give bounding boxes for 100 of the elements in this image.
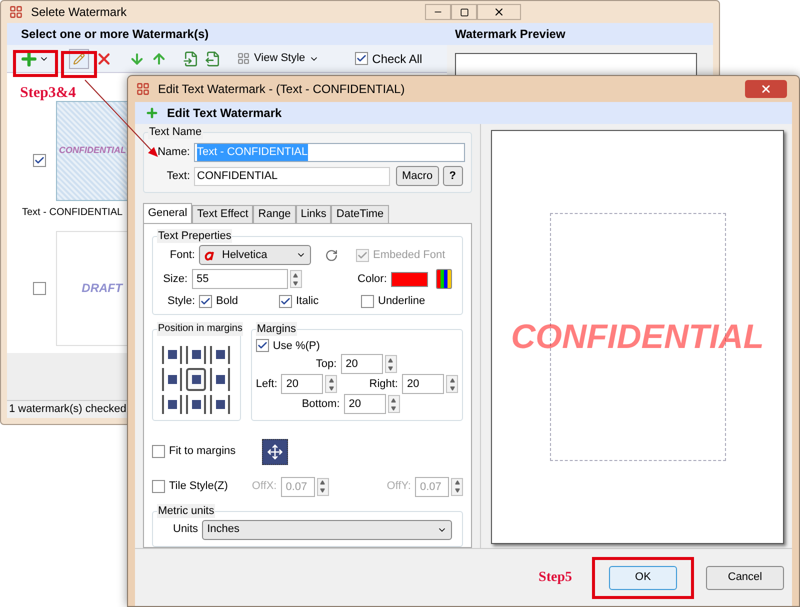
maximize-button[interactable] xyxy=(451,4,477,20)
up-icon xyxy=(454,480,460,485)
down-icon xyxy=(450,386,454,390)
close-icon xyxy=(760,83,772,95)
spinner[interactable] xyxy=(388,395,400,413)
check-icon xyxy=(357,250,368,260)
field-label: Text: xyxy=(166,168,190,184)
palette-icon[interactable] xyxy=(436,269,452,289)
checkbox-label: Italic xyxy=(296,294,319,309)
number-field[interactable]: 20 xyxy=(344,394,386,414)
position-cell[interactable] xyxy=(186,346,206,364)
arrow-down-icon xyxy=(129,50,145,66)
check-icon xyxy=(200,296,211,307)
color-swatch[interactable] xyxy=(390,272,428,286)
check-icon xyxy=(256,340,268,352)
group-title: Position in margins xyxy=(157,322,244,336)
spinner[interactable] xyxy=(451,478,463,496)
group-title: Text Preperties xyxy=(157,229,232,243)
app-icon xyxy=(136,82,150,96)
section-header: Watermark Preview xyxy=(447,23,713,45)
window-title: Selete Watermark xyxy=(31,4,127,21)
watermark-text: CONFIDENTIAL xyxy=(59,144,126,157)
maximize-icon xyxy=(460,8,468,16)
header-title: Edit Text Watermark xyxy=(167,105,282,122)
arrows-icon xyxy=(266,444,283,460)
highlight-frame xyxy=(13,50,58,77)
checkbox-label: Check All xyxy=(372,50,422,68)
field-label: OffY: xyxy=(386,479,411,494)
fit-button[interactable] xyxy=(262,438,288,464)
help-button[interactable]: ? xyxy=(442,166,463,186)
position-cell[interactable] xyxy=(210,368,230,391)
field-label: Font: xyxy=(168,248,195,263)
checkbox-label: Bold xyxy=(216,294,238,309)
tab[interactable]: Range xyxy=(253,205,296,223)
number-field[interactable]: 20 xyxy=(340,354,383,374)
position-cell[interactable] xyxy=(186,368,206,391)
checkbox[interactable] xyxy=(355,52,368,65)
number-field[interactable]: 20 xyxy=(281,374,324,394)
units-dropdown[interactable]: Inches xyxy=(202,520,452,540)
field-label: Color: xyxy=(358,272,387,287)
watermark-preview-text: CONFIDENTIAL xyxy=(510,316,764,358)
checkbox[interactable] xyxy=(279,294,292,308)
checkbox[interactable] xyxy=(256,339,269,352)
close-icon xyxy=(493,6,505,18)
export-button[interactable] xyxy=(205,50,221,66)
checkbox[interactable] xyxy=(199,294,212,308)
ok-button[interactable]: OK xyxy=(609,566,677,590)
position-cell[interactable] xyxy=(162,394,182,414)
macro-button[interactable]: Macro xyxy=(396,166,439,186)
field-label: Units xyxy=(173,522,198,538)
position-cell[interactable] xyxy=(210,346,230,364)
tab[interactable]: Links xyxy=(296,205,332,223)
down-icon xyxy=(293,280,298,286)
arrow-up-icon xyxy=(151,50,167,66)
down-icon xyxy=(388,366,394,370)
grid-icon xyxy=(237,52,250,65)
position-cell[interactable] xyxy=(186,394,206,414)
import-icon xyxy=(183,50,199,66)
font-dropdown[interactable]: Helvetica xyxy=(199,245,311,265)
text-field[interactable]: CONFIDENTIAL xyxy=(194,166,390,186)
checkbox-label: Tile Style(Z) xyxy=(169,479,228,494)
spinner[interactable] xyxy=(446,375,458,393)
position-cell[interactable] xyxy=(162,368,182,391)
cancel-button[interactable]: Cancel xyxy=(706,566,784,590)
spinner[interactable] xyxy=(316,478,329,496)
number-field[interactable]: 55 xyxy=(192,269,288,289)
field-label: Right: xyxy=(369,376,398,392)
view-style-button[interactable]: View Style xyxy=(237,50,320,67)
highlight-frame xyxy=(61,51,97,78)
up-icon xyxy=(293,272,298,278)
spinner[interactable] xyxy=(290,270,302,288)
group-title: Text Name xyxy=(148,125,203,139)
spinner[interactable] xyxy=(384,355,397,373)
check-icon xyxy=(34,154,45,166)
field-label: Style: xyxy=(166,294,195,309)
tab[interactable]: General xyxy=(143,203,192,223)
tab[interactable]: DateTime xyxy=(331,205,389,223)
group-title: Margins xyxy=(256,322,297,336)
import-button[interactable] xyxy=(183,50,199,66)
field-label: Name: xyxy=(156,145,190,160)
selected-text: Text - CONFIDENTIAL xyxy=(197,144,308,161)
number-field[interactable]: 20 xyxy=(402,374,444,394)
checkbox[interactable] xyxy=(361,294,374,308)
field-label: OffX: xyxy=(252,479,277,494)
checkbox[interactable] xyxy=(33,282,46,294)
watermark-label: Text - CONFIDENTIAL xyxy=(22,206,124,220)
up-icon xyxy=(328,378,334,382)
position-cell[interactable] xyxy=(210,394,230,414)
watermark-text: DRAFT xyxy=(82,280,122,297)
close-button[interactable] xyxy=(477,4,521,20)
refresh-icon[interactable] xyxy=(325,248,338,262)
checkbox[interactable] xyxy=(152,445,165,458)
down-icon xyxy=(454,488,460,493)
position-cell[interactable] xyxy=(162,346,182,364)
spinner[interactable] xyxy=(325,375,338,393)
down-icon xyxy=(328,386,334,390)
checkbox[interactable] xyxy=(33,154,46,166)
group-title: Metric units xyxy=(157,504,216,518)
tab[interactable]: Text Effect xyxy=(192,205,254,223)
up-icon xyxy=(388,358,394,362)
